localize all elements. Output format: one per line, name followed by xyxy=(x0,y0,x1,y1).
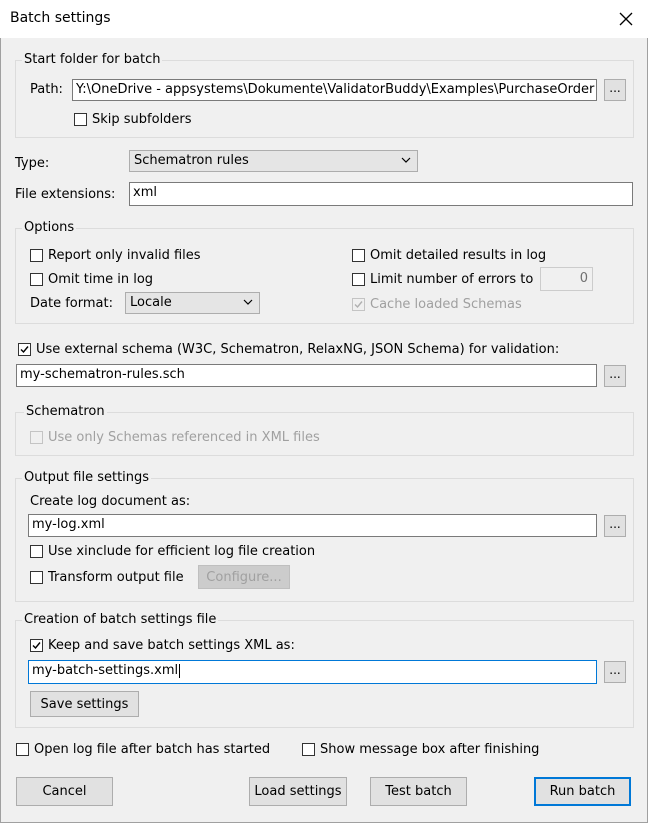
type-select-value: Schematron rules xyxy=(134,153,249,168)
omit-time-label: Omit time in log xyxy=(48,272,154,287)
cache-schemas-label: Cache loaded Schemas xyxy=(370,297,522,312)
chevron-down-icon xyxy=(243,299,253,305)
external-schema-input[interactable]: my-schematron-rules.sch xyxy=(16,364,597,387)
cancel-button[interactable]: Cancel xyxy=(16,777,113,806)
omit-detailed-label: Omit detailed results in log xyxy=(370,248,547,263)
transform-checkbox[interactable] xyxy=(30,571,43,584)
extensions-label: File extensions: xyxy=(15,187,116,202)
extensions-input[interactable]: xml xyxy=(129,182,633,206)
output-legend: Output file settings xyxy=(22,470,152,485)
log-file-browse-button[interactable]: ... xyxy=(604,515,626,537)
transform-label: Transform output file xyxy=(48,570,184,585)
checkmark-icon xyxy=(354,301,363,309)
skip-subfolders-label: Skip subfolders xyxy=(92,112,192,127)
schematron-legend: Schematron xyxy=(24,404,107,419)
configure-button[interactable]: Configure... xyxy=(198,565,290,589)
test-batch-button[interactable]: Test batch xyxy=(370,777,467,806)
show-message-label: Show message box after finishing xyxy=(320,742,540,757)
external-schema-browse-button[interactable]: ... xyxy=(604,365,626,387)
cache-schemas-checkbox xyxy=(352,298,365,311)
close-button[interactable] xyxy=(604,0,648,38)
keep-settings-label: Keep and save batch settings XML as: xyxy=(48,638,295,653)
date-format-label: Date format: xyxy=(30,296,113,311)
batch-settings-file-value: my-batch-settings.xml xyxy=(32,663,179,678)
save-settings-button[interactable]: Save settings xyxy=(30,691,139,717)
log-file-input[interactable]: my-log.xml xyxy=(28,514,597,537)
path-input[interactable]: Y:\OneDrive - appsystems\Dokumente\Valid… xyxy=(72,79,597,101)
close-icon xyxy=(619,12,633,26)
load-settings-button[interactable]: Load settings xyxy=(249,777,347,806)
path-label: Path: xyxy=(30,82,63,97)
checkmark-icon xyxy=(32,642,41,650)
run-batch-button[interactable]: Run batch xyxy=(534,777,631,806)
external-schema-label: Use external schema (W3C, Schematron, Re… xyxy=(36,342,560,357)
limit-errors-label: Limit number of errors to xyxy=(370,272,534,287)
open-log-label: Open log file after batch has started xyxy=(34,742,271,757)
text-caret xyxy=(179,663,181,678)
referenced-only-checkbox xyxy=(30,431,43,444)
chevron-down-icon xyxy=(401,157,411,163)
omit-time-checkbox[interactable] xyxy=(30,273,43,286)
type-label: Type: xyxy=(15,156,50,171)
type-select[interactable]: Schematron rules xyxy=(129,150,418,172)
path-browse-button[interactable]: ... xyxy=(604,79,626,101)
xinclude-label: Use xinclude for efficient log file crea… xyxy=(48,544,316,559)
title-bar: Batch settings xyxy=(0,0,648,38)
open-log-checkbox[interactable] xyxy=(16,743,29,756)
omit-detailed-checkbox[interactable] xyxy=(352,249,365,262)
start-folder-legend: Start folder for batch xyxy=(22,52,163,67)
limit-errors-checkbox[interactable] xyxy=(352,273,365,286)
dialog-title: Batch settings xyxy=(10,10,111,26)
show-message-checkbox[interactable] xyxy=(302,743,315,756)
report-invalid-checkbox[interactable] xyxy=(30,249,43,262)
create-log-label: Create log document as: xyxy=(30,494,191,509)
batch-file-browse-button[interactable]: ... xyxy=(604,661,626,683)
keep-settings-checkbox[interactable] xyxy=(30,639,43,652)
batch-settings-file-input[interactable]: my-batch-settings.xml xyxy=(28,660,597,684)
date-format-select[interactable]: Locale xyxy=(125,292,260,314)
referenced-only-label: Use only Schemas referenced in XML files xyxy=(48,430,320,445)
skip-subfolders-checkbox[interactable] xyxy=(74,113,87,126)
batch-file-legend: Creation of batch settings file xyxy=(22,612,219,627)
options-legend: Options xyxy=(22,220,77,235)
limit-errors-input[interactable]: 0 xyxy=(540,267,593,291)
date-format-value: Locale xyxy=(130,295,172,310)
report-invalid-label: Report only invalid files xyxy=(48,248,201,263)
external-schema-checkbox[interactable] xyxy=(18,343,31,356)
xinclude-checkbox[interactable] xyxy=(30,545,43,558)
checkmark-icon xyxy=(20,346,29,354)
